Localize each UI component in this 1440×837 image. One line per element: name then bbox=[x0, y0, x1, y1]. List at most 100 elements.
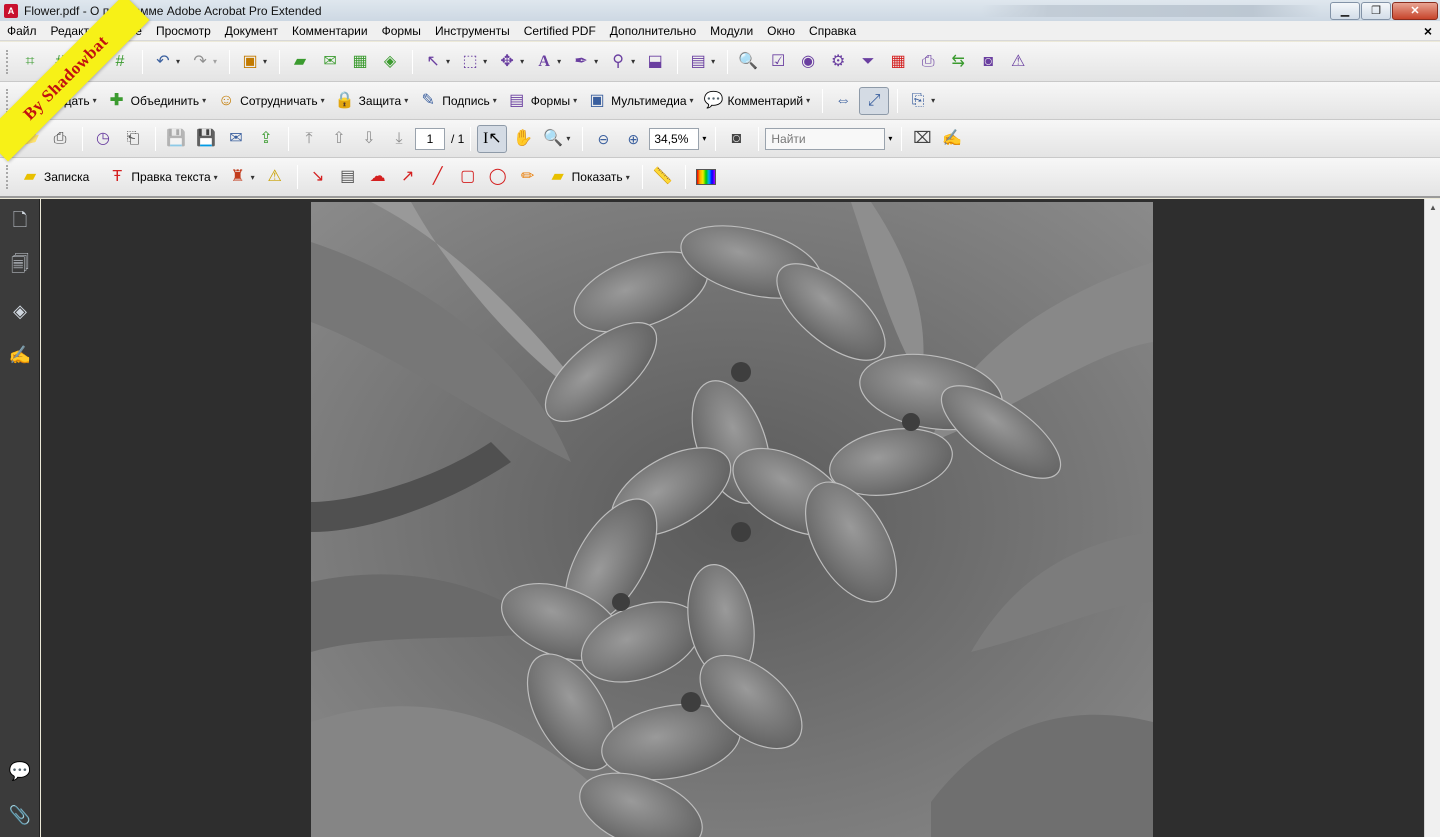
comment-button[interactable]: 💬 Комментарий ▾ bbox=[700, 87, 815, 115]
snapshot-button[interactable]: ◙ bbox=[974, 48, 1002, 76]
sign-button[interactable]: ✎ Подпись ▾ bbox=[414, 87, 501, 115]
menu-help[interactable]: Справка bbox=[802, 24, 863, 38]
oval-button[interactable]: ◯ bbox=[484, 163, 512, 191]
crop-page-button[interactable]: ⬓ bbox=[641, 48, 669, 76]
highlight-button[interactable]: ⚠ bbox=[261, 163, 289, 191]
menu-tools[interactable]: Инструменты bbox=[428, 24, 517, 38]
textbox-button[interactable]: ▤ bbox=[334, 163, 362, 191]
pattern-tool-button[interactable]: ▦ bbox=[346, 48, 374, 76]
select-object-button[interactable]: ↖ ▾ bbox=[419, 48, 454, 76]
combine-button[interactable]: ✚ Объединить ▾ bbox=[103, 87, 211, 115]
menu-file[interactable]: Файл bbox=[0, 24, 44, 38]
zoom-out-button[interactable]: ⊖ bbox=[589, 125, 617, 153]
text-field-button[interactable]: ⌧ bbox=[908, 125, 936, 153]
organizer-button[interactable]: ◷ bbox=[89, 125, 117, 153]
minimize-button[interactable]: ▁ bbox=[1330, 1, 1360, 20]
arrow-button[interactable]: ↗ bbox=[394, 163, 422, 191]
email-button[interactable]: ✉ bbox=[222, 125, 250, 153]
forms-button[interactable]: ▤ Формы ▾ bbox=[503, 87, 581, 115]
rectangle-button[interactable]: ▢ bbox=[454, 163, 482, 191]
typewriter-button[interactable]: ✍ bbox=[938, 125, 966, 153]
toolbar-grip[interactable] bbox=[6, 165, 10, 189]
globe-button[interactable]: ◉ bbox=[794, 48, 822, 76]
layers-tool-button[interactable]: ◈ bbox=[376, 48, 404, 76]
menu-advanced[interactable]: Дополнительно bbox=[603, 24, 703, 38]
color-picker-button[interactable] bbox=[692, 163, 720, 191]
vertical-scrollbar[interactable]: ▲ bbox=[1424, 199, 1440, 837]
marquee-button[interactable]: ⬚ ▾ bbox=[456, 48, 491, 76]
pen-tool-button[interactable]: ✒ ▾ bbox=[567, 48, 602, 76]
move-button[interactable]: ✥ ▾ bbox=[493, 48, 528, 76]
secure-button[interactable]: 🔒 Защита ▾ bbox=[331, 87, 413, 115]
scan-button[interactable]: ⎗ bbox=[119, 125, 147, 153]
close-document-button[interactable]: × bbox=[1424, 23, 1432, 39]
save-disabled-button[interactable]: 💾 bbox=[162, 125, 190, 153]
menu-certified-pdf[interactable]: Certified PDF bbox=[517, 24, 603, 38]
pencil-button[interactable]: ✏ bbox=[514, 163, 542, 191]
page-number-input[interactable]: 1 bbox=[415, 127, 445, 150]
last-page-button[interactable]: ⤓ bbox=[385, 125, 413, 153]
comment-tool-button[interactable]: ▰ bbox=[286, 48, 314, 76]
cloud-button[interactable]: ☁ bbox=[364, 163, 392, 191]
show-button[interactable]: ▰ Показать ▾ bbox=[544, 163, 634, 191]
document-view[interactable] bbox=[41, 199, 1424, 837]
menu-comments[interactable]: Комментарии bbox=[285, 24, 375, 38]
crop-tool-button[interactable]: ⌗ bbox=[16, 48, 44, 76]
next-page-button[interactable]: ⇩ bbox=[355, 125, 383, 153]
menu-view[interactable]: Просмотр bbox=[149, 24, 218, 38]
toolbar-grip[interactable] bbox=[6, 49, 10, 74]
print-button[interactable]: ⎙ bbox=[46, 125, 74, 153]
undo-button[interactable]: ↶ ▾ bbox=[149, 48, 184, 76]
sticky-note-button[interactable]: ▰ Записка bbox=[16, 163, 93, 191]
zoom-dropdown-button[interactable]: ▾ bbox=[699, 128, 709, 150]
email-tool-button[interactable]: ✉ bbox=[316, 48, 344, 76]
warning-button[interactable]: ⚠ bbox=[1004, 48, 1032, 76]
menu-forms[interactable]: Формы bbox=[375, 24, 428, 38]
acrobat-app-icon[interactable]: A bbox=[4, 3, 18, 18]
pages-panel-button[interactable]: ▤ ▾ bbox=[684, 48, 719, 76]
multimedia-button[interactable]: ▣ Мультимедиа ▾ bbox=[583, 87, 697, 115]
collaborate-button[interactable]: ☺ Сотрудничать ▾ bbox=[212, 87, 328, 115]
find-dropdown-button[interactable]: ▾ bbox=[885, 128, 895, 150]
zoom-level-input[interactable]: 34,5% bbox=[649, 127, 700, 150]
snapshot-tool-button[interactable]: ◙ bbox=[722, 125, 750, 153]
convert-button[interactable]: ⇆ bbox=[944, 48, 972, 76]
layers-panel-icon[interactable]: ◈ bbox=[8, 299, 32, 323]
pages-panel-icon[interactable]: 🗋 bbox=[8, 210, 32, 235]
maximize-button[interactable]: ❐ bbox=[1361, 1, 1391, 20]
scroll-up-icon[interactable]: ▲ bbox=[1425, 199, 1440, 215]
text-edit-button[interactable]: Ŧ Правка текста ▾ bbox=[103, 163, 221, 191]
previous-page-button[interactable]: ⇧ bbox=[325, 125, 353, 153]
filter-button[interactable]: ⏷ bbox=[854, 48, 882, 76]
zoom-in-button[interactable]: ⊕ bbox=[619, 125, 647, 153]
settings-button[interactable]: ⚙ bbox=[824, 48, 852, 76]
line-button[interactable]: ╱ bbox=[424, 163, 452, 191]
zoom-tool-button[interactable]: 🔍 ▾ bbox=[539, 125, 574, 153]
print-production-button[interactable]: ⎙ bbox=[914, 48, 942, 76]
find-input[interactable]: Найти bbox=[765, 127, 886, 150]
select-tool-button[interactable]: I↖ bbox=[477, 124, 508, 153]
document-actions-button[interactable]: ⎘ ▾ bbox=[904, 87, 939, 115]
preflight-button[interactable]: 🔍 bbox=[734, 48, 762, 76]
callout-button[interactable]: ↘ bbox=[304, 163, 332, 191]
text-touchup-button[interactable]: A ▾ bbox=[530, 48, 565, 76]
fit-width-button[interactable]: ⇔ bbox=[829, 87, 857, 115]
measure-button[interactable]: 📏 bbox=[649, 163, 677, 191]
bookmarks-panel-icon[interactable]: 🗐 bbox=[8, 254, 32, 279]
plugin-tool-button[interactable]: ⚲ ▾ bbox=[604, 48, 639, 76]
hand-tool-button[interactable]: ✋ bbox=[509, 125, 537, 153]
menu-document[interactable]: Документ bbox=[218, 24, 285, 38]
menu-window[interactable]: Окно bbox=[760, 24, 802, 38]
first-page-button[interactable]: ⤒ bbox=[295, 125, 323, 153]
color-separation-button[interactable]: ▦ bbox=[884, 48, 912, 76]
upload-button[interactable]: ⇪ bbox=[252, 125, 280, 153]
close-window-button[interactable]: ✕ bbox=[1392, 1, 1438, 20]
check-button[interactable]: ☑ bbox=[764, 48, 792, 76]
signatures-panel-icon[interactable]: ✍ bbox=[8, 343, 32, 367]
comments-panel-icon[interactable]: 💬 bbox=[8, 759, 32, 783]
menu-plugins[interactable]: Модули bbox=[703, 24, 760, 38]
export-button[interactable]: ▣ ▾ bbox=[236, 48, 271, 76]
attachments-panel-icon[interactable]: 📎 bbox=[8, 803, 32, 827]
redo-button[interactable]: ↷ ▾ bbox=[186, 48, 221, 76]
fit-page-button[interactable]: ⤢ bbox=[859, 86, 890, 115]
